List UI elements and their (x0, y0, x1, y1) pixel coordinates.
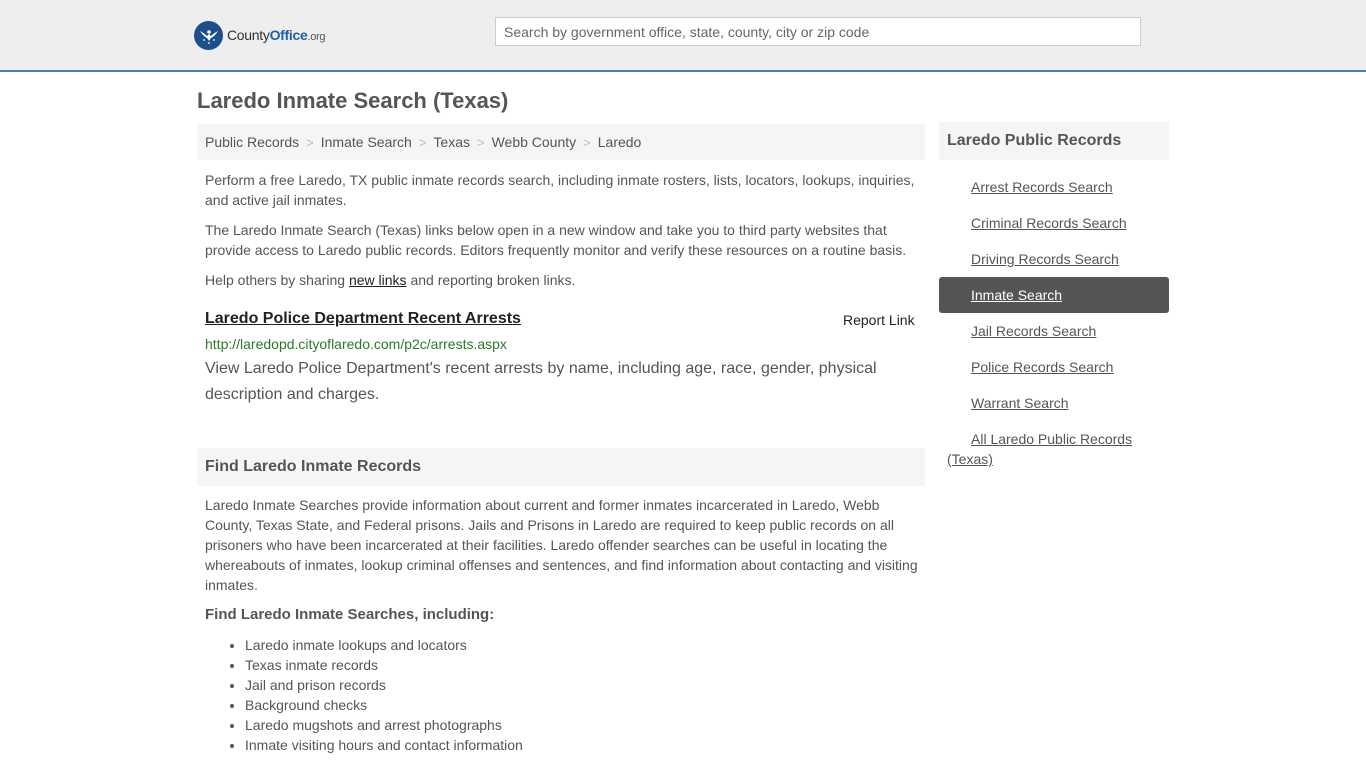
disclaimer-paragraph: The Laredo Inmate Search (Texas) links b… (205, 222, 907, 258)
list-item: Laredo inmate lookups and locators (245, 635, 523, 655)
report-link-button[interactable]: Report Link (843, 312, 915, 328)
search-input[interactable] (495, 17, 1141, 46)
sidebar-item-label: Driving Records Search (971, 251, 1119, 267)
sidebar-item-label: Warrant Search (971, 395, 1069, 411)
sidebar-item-arrest-records[interactable]: Arrest Records Search (939, 169, 1169, 205)
list-item: Inmate visiting hours and contact inform… (245, 735, 523, 755)
logo-text: CountyOffice.org (227, 27, 326, 43)
sidebar-item-police-records[interactable]: Police Records Search (939, 349, 1169, 385)
share-text-before: Help others by sharing (205, 272, 349, 288)
site-header: CountyOffice.org (0, 0, 1366, 72)
list-item: Laredo mugshots and arrest photographs (245, 715, 523, 735)
sidebar-item-warrant-search[interactable]: Warrant Search (939, 385, 1169, 421)
share-text-after: and reporting broken links. (406, 272, 576, 288)
sidebar-item-driving-records[interactable]: Driving Records Search (939, 241, 1169, 277)
breadcrumb-public-records[interactable]: Public Records (205, 134, 299, 150)
sidebar-item-criminal-records[interactable]: Criminal Records Search (939, 205, 1169, 241)
logo-text-office: Office (269, 27, 308, 43)
new-links-link[interactable]: new links (349, 272, 407, 288)
breadcrumb-separator-icon: > (306, 134, 314, 150)
breadcrumb-separator-icon: > (476, 134, 485, 150)
sidebar-item-label: Criminal Records Search (971, 215, 1127, 231)
sidebar-item-label: Arrest Records Search (971, 179, 1113, 195)
list-item: Jail and prison records (245, 675, 523, 695)
logo-text-tld: .org (307, 31, 326, 43)
share-paragraph: Help others by sharing new links and rep… (205, 270, 919, 290)
sidebar-item-label: Inmate Search (971, 287, 1063, 303)
sidebar-item-inmate-search[interactable]: Inmate Search (939, 277, 1169, 313)
list-item: Texas inmate records (245, 655, 523, 675)
intro-paragraph: Perform a free Laredo, TX public inmate … (205, 172, 915, 208)
sidebar-heading: Laredo Public Records (939, 122, 1169, 160)
find-records-heading: Find Laredo Inmate Records (197, 448, 925, 486)
listing-description: View Laredo Police Department's recent a… (205, 360, 877, 403)
list-item: Background checks (245, 695, 523, 715)
listing-url: http://laredopd.cityoflaredo.com/p2c/arr… (205, 336, 507, 352)
page-title: Laredo Inmate Search (Texas) (197, 88, 509, 113)
breadcrumb-inmate-search[interactable]: Inmate Search (321, 134, 412, 150)
find-searches-subheading: Find Laredo Inmate Searches, including: (205, 606, 495, 623)
breadcrumb-separator-icon: > (418, 134, 427, 150)
search-types-list: Laredo inmate lookups and locators Texas… (245, 635, 523, 755)
breadcrumb-texas[interactable]: Texas (433, 134, 470, 150)
sidebar-item-label: Jail Records Search (971, 323, 1097, 339)
county-office-logo[interactable]: CountyOffice.org (194, 20, 326, 50)
sidebar-item-label: Police Records Search (971, 359, 1114, 375)
find-records-paragraph: Laredo Inmate Searches provide informati… (205, 497, 918, 593)
breadcrumb: Public Records > Inmate Search > Texas >… (197, 124, 925, 160)
logo-text-county: County (227, 27, 270, 43)
eagle-logo-icon (194, 20, 223, 50)
breadcrumb-separator-icon: > (583, 134, 591, 150)
breadcrumb-laredo[interactable]: Laredo (598, 134, 642, 150)
listing-title-link[interactable]: Laredo Police Department Recent Arrests (205, 310, 521, 328)
breadcrumb-webb-county[interactable]: Webb County (492, 134, 577, 150)
sidebar-item-jail-records[interactable]: Jail Records Search (939, 313, 1169, 349)
sidebar-item-all-public-records[interactable]: All Laredo Public Records (Texas) (947, 429, 1161, 469)
